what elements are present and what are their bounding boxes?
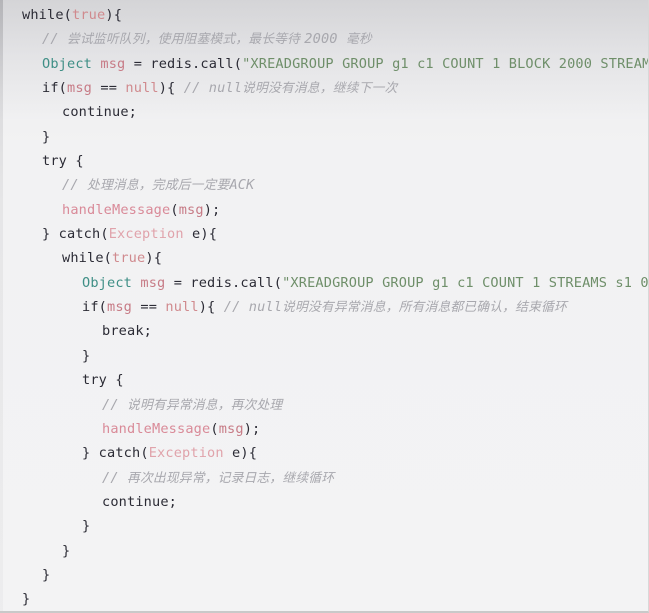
code-line: } xyxy=(0,514,648,538)
code-line: continue; xyxy=(0,490,648,514)
code-token-type: Object xyxy=(82,274,133,291)
code-token-plain: == xyxy=(132,299,166,316)
code-token-plain: try { xyxy=(42,153,84,170)
code-line: try { xyxy=(0,149,648,173)
code-line: continue; xyxy=(0,100,648,124)
code-token-plain: == xyxy=(92,80,126,97)
code-token-str: "XREADGROUP GROUP g1 c1 COUNT 1 STREAMS … xyxy=(282,274,649,291)
code-line: // 说明有异常消息，再次处理 xyxy=(0,393,648,417)
code-token-comment: 再次出现异常，记录日志，继续循环 xyxy=(127,470,335,486)
code-token-type: Object xyxy=(42,55,93,72)
code-token-comment: // null xyxy=(183,80,243,97)
code-token-comment: // xyxy=(42,31,68,48)
code-line: handleMessage(msg); xyxy=(0,198,648,222)
code-token-plain: ( xyxy=(170,201,179,218)
code-token-plain: } xyxy=(42,566,51,583)
code-line: while(true){ xyxy=(0,246,648,270)
code-line: // 再次出现异常，记录日志，继续循环 xyxy=(0,466,648,490)
code-token-var: msg xyxy=(178,201,204,218)
code-token-plain: ); xyxy=(203,201,221,218)
code-token-plain: } xyxy=(62,542,71,559)
code-token-comment: 说明有异常消息，再次处理 xyxy=(127,397,283,413)
code-token-plain: e){ xyxy=(223,445,258,462)
code-token-var: msg xyxy=(140,274,166,291)
code-token-plain: continue; xyxy=(102,493,178,510)
code-token-plain: = redis.call( xyxy=(125,55,243,72)
code-line: // 尝试监听队列，使用阻塞模式，最长等待 2000 毫秒 xyxy=(0,27,648,51)
code-line: } xyxy=(0,125,648,149)
code-line: } catch(Exception e){ xyxy=(0,222,648,246)
code-block[interactable]: while(true){// 尝试监听队列，使用阻塞模式，最长等待 2000 毫… xyxy=(0,0,649,613)
code-line: Object msg = redis.call("XREADGROUP GROU… xyxy=(0,52,648,76)
code-token-plain: ){ xyxy=(158,80,184,97)
code-token-plain: try { xyxy=(82,372,124,389)
code-token-kw: true xyxy=(72,7,106,23)
code-token-var: msg xyxy=(67,80,93,97)
code-token-plain: ){ xyxy=(145,250,163,267)
code-token-comment: // null xyxy=(223,299,283,316)
code-token-comment: 说明没有消息，继续下一次 xyxy=(242,81,398,97)
code-token-comment: 2000 xyxy=(304,31,346,48)
code-line: Object msg = redis.call("XREADGROUP GROU… xyxy=(0,271,648,295)
code-token-var: msg xyxy=(218,420,244,437)
code-token-plain: } catch( xyxy=(82,445,149,462)
code-line: handleMessage(msg); xyxy=(0,417,648,441)
code-token-kw: null xyxy=(165,299,199,316)
code-token-str: "XREADGROUP GROUP g1 c1 COUNT 1 BLOCK 20… xyxy=(242,55,648,72)
code-token-comment: // xyxy=(102,469,128,486)
code-token-method: handleMessage xyxy=(102,420,211,437)
code-token-plain: ){ xyxy=(198,299,224,316)
code-line: if(msg == null){ // null说明没有消息，继续下一次 xyxy=(0,76,648,100)
code-token-excp: Exception xyxy=(108,226,184,243)
code-token-kw: null xyxy=(125,80,159,97)
code-token-plain: } xyxy=(22,591,31,608)
code-token-plain: ); xyxy=(243,420,261,437)
code-token-plain: } catch( xyxy=(42,226,109,243)
code-token-comment: ACK xyxy=(229,177,255,194)
code-line: while(true){ xyxy=(0,3,648,27)
code-line: } xyxy=(0,539,648,563)
code-token-plain: while( xyxy=(62,250,113,267)
code-line: break; xyxy=(0,319,648,343)
code-token-comment: // xyxy=(102,396,128,413)
code-token-plain: } xyxy=(82,518,91,535)
code-line: } xyxy=(0,587,648,611)
code-token-plain: if( xyxy=(42,80,68,97)
code-line: } xyxy=(0,344,648,368)
code-token-plain: = redis.call( xyxy=(165,274,283,291)
code-token-plain: } xyxy=(82,347,91,364)
code-token-comment: 说明没有异常消息，所有消息都已确认，结束循环 xyxy=(282,300,567,316)
code-token-var: msg xyxy=(107,299,133,316)
code-token-plain: if( xyxy=(82,299,108,316)
code-token-var: msg xyxy=(100,55,126,72)
code-token-plain: e){ xyxy=(183,226,218,243)
code-token-comment: 尝试监听队列，使用阻塞模式，最长等待 xyxy=(67,32,305,48)
code-line: try { xyxy=(0,368,648,392)
code-token-plain: break; xyxy=(102,323,153,340)
code-token-plain: continue; xyxy=(62,104,138,121)
code-token-plain: } xyxy=(42,128,51,145)
code-lines-container: while(true){// 尝试监听队列，使用阻塞模式，最长等待 2000 毫… xyxy=(0,0,648,611)
code-line: // 处理消息，完成后一定要ACK xyxy=(0,173,648,197)
code-token-method: handleMessage xyxy=(62,201,171,218)
code-token-excp: Exception xyxy=(148,445,224,462)
code-token-plain: ){ xyxy=(105,7,123,23)
code-token-kw: true xyxy=(112,250,146,267)
code-token-comment: // xyxy=(62,177,88,194)
code-token-comment: 毫秒 xyxy=(345,32,372,48)
code-line: if(msg == null){ // null说明没有异常消息，所有消息都已确… xyxy=(0,295,648,319)
code-token-plain: ( xyxy=(210,420,219,437)
code-token-plain: while( xyxy=(22,7,73,23)
code-line: } catch(Exception e){ xyxy=(0,441,648,465)
code-token-comment: 处理消息，完成后一定要 xyxy=(87,178,230,194)
code-line: } xyxy=(0,563,648,587)
